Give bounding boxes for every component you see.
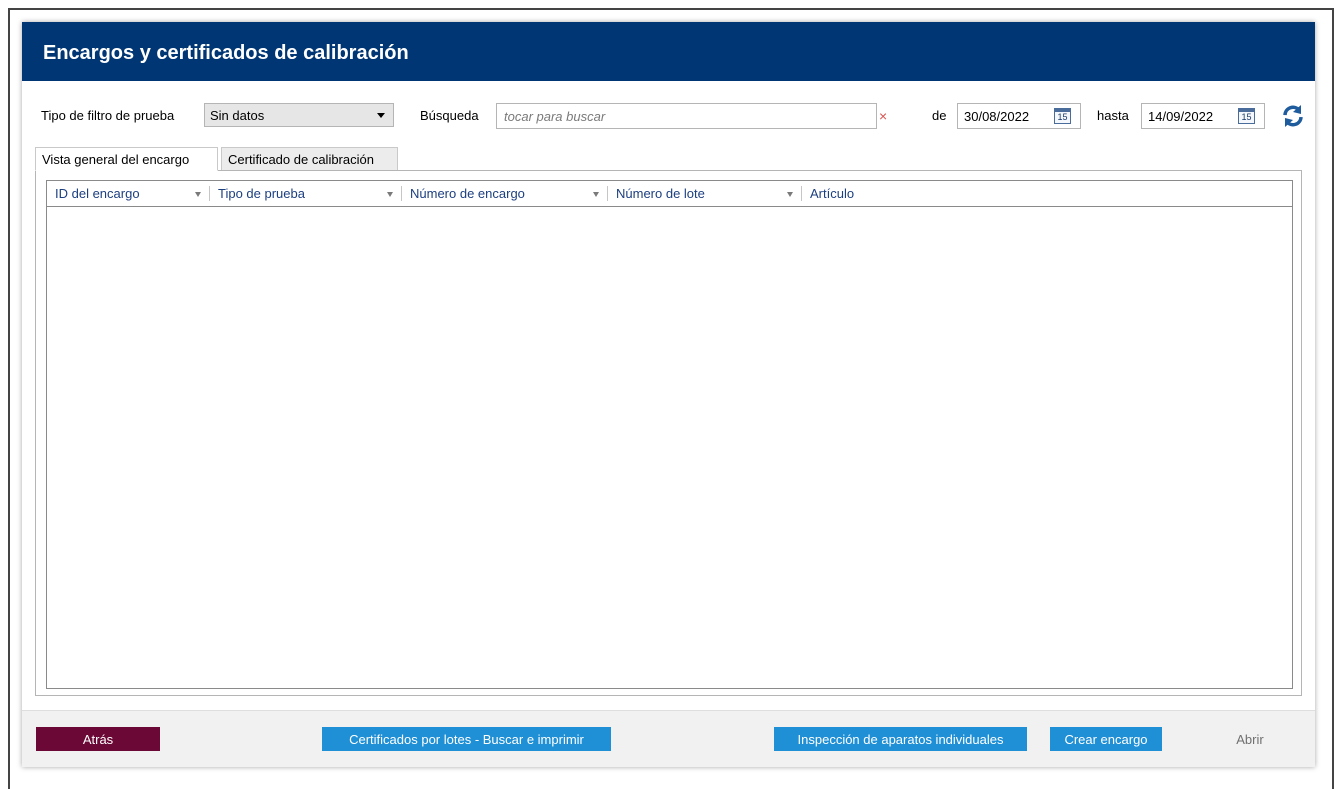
column-label: Tipo de prueba <box>218 186 305 201</box>
to-date-value: 14/09/2022 <box>1148 109 1214 124</box>
filter-arrow-icon[interactable] <box>593 192 599 197</box>
footer-bar: Atrás Certificados por lotes - Buscar e … <box>22 710 1315 767</box>
refresh-icon[interactable] <box>1280 103 1306 129</box>
create-order-button[interactable]: Crear encargo <box>1050 727 1162 751</box>
tab-panel: ID del encargo Tipo de prueba Número de … <box>35 170 1302 696</box>
tab-label: Certificado de calibración <box>228 152 374 167</box>
column-order-id[interactable]: ID del encargo <box>47 181 217 206</box>
column-test-type[interactable]: Tipo de prueba <box>210 181 400 206</box>
close-icon[interactable]: × <box>879 108 887 124</box>
main-window: Encargos y certificados de calibración T… <box>22 22 1315 767</box>
from-date-value: 30/08/2022 <box>964 109 1030 124</box>
column-label: ID del encargo <box>55 186 140 201</box>
open-button[interactable]: Abrir <box>1220 727 1280 751</box>
to-date-picker[interactable]: 14/09/2022 15 <box>1141 103 1265 129</box>
filter-arrow-icon[interactable] <box>387 192 393 197</box>
column-article[interactable]: Artículo <box>802 181 1002 206</box>
to-label: hasta <box>1097 108 1129 123</box>
tab-calibration-certificate[interactable]: Certificado de calibración <box>221 147 398 171</box>
single-inspection-button[interactable]: Inspección de aparatos individuales <box>774 727 1027 751</box>
filter-bar: Tipo de filtro de prueba Sin datos Búsqu… <box>22 102 1315 132</box>
window-title: Encargos y certificados de calibración <box>22 22 1315 81</box>
filter-arrow-icon[interactable] <box>787 192 793 197</box>
test-filter-label: Tipo de filtro de prueba <box>41 108 175 123</box>
test-filter-value: Sin datos <box>210 108 265 123</box>
grid-header: ID del encargo Tipo de prueba Número de … <box>47 181 1292 207</box>
column-label: Artículo <box>810 186 855 201</box>
column-label: Número de encargo <box>410 186 525 201</box>
from-label: de <box>932 108 947 123</box>
search-input[interactable] <box>504 109 864 124</box>
column-label: Número de lote <box>616 186 705 201</box>
chevron-down-icon <box>377 113 385 118</box>
tab-label: Vista general del encargo <box>42 152 190 167</box>
search-field[interactable] <box>496 103 877 129</box>
tab-order-overview[interactable]: Vista general del encargo <box>35 147 218 171</box>
column-lot-number[interactable]: Número de lote <box>608 181 798 206</box>
orders-grid[interactable]: ID del encargo Tipo de prueba Número de … <box>46 180 1293 689</box>
batch-certificates-button[interactable]: Certificados por lotes - Buscar e imprim… <box>322 727 611 751</box>
search-label: Búsqueda <box>420 108 479 123</box>
column-order-number[interactable]: Número de encargo <box>402 181 602 206</box>
filter-arrow-icon[interactable] <box>195 192 201 197</box>
calendar-icon[interactable]: 15 <box>1238 108 1255 124</box>
from-date-picker[interactable]: 30/08/2022 15 <box>957 103 1081 129</box>
test-filter-select[interactable]: Sin datos <box>204 103 394 127</box>
calendar-icon[interactable]: 15 <box>1054 108 1071 124</box>
back-button[interactable]: Atrás <box>36 727 160 751</box>
